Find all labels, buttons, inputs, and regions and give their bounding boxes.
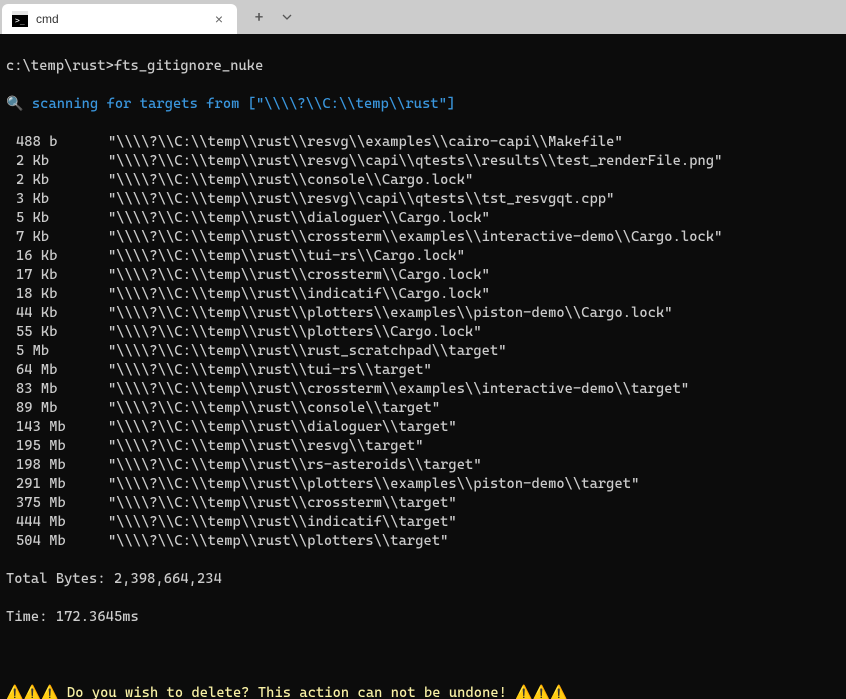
file-path: "\\\\?\\C:\\temp\\rust\\resvg\\target" xyxy=(74,438,424,454)
list-item: 291 Mb"\\\\?\\C:\\temp\\rust\\plotters\\… xyxy=(6,475,840,494)
file-path: "\\\\?\\C:\\temp\\rust\\tui-rs\\Cargo.lo… xyxy=(74,248,465,264)
list-item: 64 Mb"\\\\?\\C:\\temp\\rust\\tui-rs\\tar… xyxy=(6,361,840,380)
list-item: 2 Kb"\\\\?\\C:\\temp\\rust\\resvg\\capi\… xyxy=(6,152,840,171)
total-bytes-label: Total Bytes: xyxy=(6,571,114,587)
list-item: 83 Mb"\\\\?\\C:\\temp\\rust\\crossterm\\… xyxy=(6,380,840,399)
file-size: 17 Kb xyxy=(6,266,74,285)
list-item: 3 Kb"\\\\?\\C:\\temp\\rust\\resvg\\capi\… xyxy=(6,190,840,209)
tab-bar: >_ cmd × + xyxy=(0,0,846,34)
file-size: 198 Mb xyxy=(6,456,74,475)
file-path: "\\\\?\\C:\\temp\\rust\\plotters\\target… xyxy=(74,533,448,549)
file-path: "\\\\?\\C:\\temp\\rust\\resvg\\capi\\qte… xyxy=(74,153,722,169)
tab-controls: + xyxy=(245,0,301,34)
file-size: 143 Mb xyxy=(6,418,74,437)
file-size: 504 Mb xyxy=(6,532,74,551)
file-size: 5 Kb xyxy=(6,209,74,228)
prompt: c:\temp\rust> xyxy=(6,58,114,74)
list-item: 488 b"\\\\?\\C:\\temp\\rust\\resvg\\exam… xyxy=(6,133,840,152)
file-path: "\\\\?\\C:\\temp\\rust\\console\\Cargo.l… xyxy=(74,172,473,188)
file-size: 16 Kb xyxy=(6,247,74,266)
file-path: "\\\\?\\C:\\temp\\rust\\plotters\\Cargo.… xyxy=(74,324,482,340)
list-item: 2 Kb"\\\\?\\C:\\temp\\rust\\console\\Car… xyxy=(6,171,840,190)
file-path: "\\\\?\\C:\\temp\\rust\\rs-asteroids\\ta… xyxy=(74,457,482,473)
tab-title: cmd xyxy=(36,12,211,26)
file-size: 488 b xyxy=(6,133,74,152)
file-size: 2 Kb xyxy=(6,152,74,171)
warning-icon: ⚠️⚠️⚠️ xyxy=(6,685,59,699)
list-item: 504 Mb"\\\\?\\C:\\temp\\rust\\plotters\\… xyxy=(6,532,840,551)
file-size: 375 Mb xyxy=(6,494,74,513)
warning-icon: ⚠️⚠️⚠️ xyxy=(515,685,568,699)
list-item: 17 Kb"\\\\?\\C:\\temp\\rust\\crossterm\\… xyxy=(6,266,840,285)
file-size: 291 Mb xyxy=(6,475,74,494)
file-path: "\\\\?\\C:\\temp\\rust\\dialoguer\\Cargo… xyxy=(74,210,490,226)
file-path: "\\\\?\\C:\\temp\\rust\\crossterm\\examp… xyxy=(74,229,722,245)
command: fts_gitignore_nuke xyxy=(114,58,263,74)
list-item: 44 Kb"\\\\?\\C:\\temp\\rust\\plotters\\e… xyxy=(6,304,840,323)
time-value: 172.3645ms xyxy=(56,609,139,625)
file-path: "\\\\?\\C:\\temp\\rust\\crossterm\\targe… xyxy=(74,495,457,511)
total-bytes-value: 2,398,664,234 xyxy=(114,571,222,587)
dropdown-button[interactable] xyxy=(273,3,301,31)
list-item: 7 Kb"\\\\?\\C:\\temp\\rust\\crossterm\\e… xyxy=(6,228,840,247)
file-size: 195 Mb xyxy=(6,437,74,456)
window: >_ cmd × + c:\temp\rust>fts_gitignore_nu… xyxy=(0,0,846,699)
file-size: 44 Kb xyxy=(6,304,74,323)
list-item: 18 Kb"\\\\?\\C:\\temp\\rust\\indicatif\\… xyxy=(6,285,840,304)
file-path: "\\\\?\\C:\\temp\\rust\\console\\target" xyxy=(74,400,440,416)
list-item: 55 Kb"\\\\?\\C:\\temp\\rust\\plotters\\C… xyxy=(6,323,840,342)
file-path: "\\\\?\\C:\\temp\\rust\\resvg\\examples\… xyxy=(74,134,623,150)
cmd-icon: >_ xyxy=(12,11,28,27)
close-icon[interactable]: × xyxy=(211,11,227,27)
file-path: "\\\\?\\C:\\temp\\rust\\plotters\\exampl… xyxy=(74,305,673,321)
time-label: Time: xyxy=(6,609,56,625)
file-path: "\\\\?\\C:\\temp\\rust\\indicatif\\Cargo… xyxy=(74,286,490,302)
scan-line: scanning for targets from ["\\\\?\\C:\\t… xyxy=(24,96,456,112)
file-size: 55 Kb xyxy=(6,323,74,342)
list-item: 5 Kb"\\\\?\\C:\\temp\\rust\\dialoguer\\C… xyxy=(6,209,840,228)
file-size: 5 Mb xyxy=(6,342,74,361)
file-path: "\\\\?\\C:\\temp\\rust\\dialoguer\\targe… xyxy=(74,419,457,435)
list-item: 5 Mb"\\\\?\\C:\\temp\\rust\\rust_scratch… xyxy=(6,342,840,361)
list-item: 143 Mb"\\\\?\\C:\\temp\\rust\\dialoguer\… xyxy=(6,418,840,437)
file-size: 83 Mb xyxy=(6,380,74,399)
file-path: "\\\\?\\C:\\temp\\rust\\plotters\\exampl… xyxy=(74,476,639,492)
file-path: "\\\\?\\C:\\temp\\rust\\rust_scratchpad\… xyxy=(74,343,507,359)
list-item: 89 Mb"\\\\?\\C:\\temp\\rust\\console\\ta… xyxy=(6,399,840,418)
list-item: 195 Mb"\\\\?\\C:\\temp\\rust\\resvg\\tar… xyxy=(6,437,840,456)
file-path: "\\\\?\\C:\\temp\\rust\\resvg\\capi\\qte… xyxy=(74,191,615,207)
list-item: 375 Mb"\\\\?\\C:\\temp\\rust\\crossterm\… xyxy=(6,494,840,513)
terminal[interactable]: c:\temp\rust>fts_gitignore_nuke 🔍 scanni… xyxy=(0,34,846,699)
file-size: 3 Kb xyxy=(6,190,74,209)
list-item: 198 Mb"\\\\?\\C:\\temp\\rust\\rs-asteroi… xyxy=(6,456,840,475)
file-size: 64 Mb xyxy=(6,361,74,380)
add-tab-button[interactable]: + xyxy=(245,3,273,31)
file-path: "\\\\?\\C:\\temp\\rust\\indicatif\\targe… xyxy=(74,514,457,530)
file-size: 18 Kb xyxy=(6,285,74,304)
file-path: "\\\\?\\C:\\temp\\rust\\tui-rs\\target" xyxy=(74,362,432,378)
search-icon: 🔍 xyxy=(6,96,24,112)
file-size: 444 Mb xyxy=(6,513,74,532)
svg-text:>_: >_ xyxy=(15,16,25,25)
list-item: 16 Kb"\\\\?\\C:\\temp\\rust\\tui-rs\\Car… xyxy=(6,247,840,266)
tab-cmd[interactable]: >_ cmd × xyxy=(2,4,237,34)
file-size: 2 Kb xyxy=(6,171,74,190)
file-size: 7 Kb xyxy=(6,228,74,247)
file-path: "\\\\?\\C:\\temp\\rust\\crossterm\\Cargo… xyxy=(74,267,490,283)
file-path: "\\\\?\\C:\\temp\\rust\\crossterm\\examp… xyxy=(74,381,689,397)
file-size: 89 Mb xyxy=(6,399,74,418)
list-item: 444 Mb"\\\\?\\C:\\temp\\rust\\indicatif\… xyxy=(6,513,840,532)
delete-warning: Do you wish to delete? This action can n… xyxy=(59,685,516,699)
file-list: 488 b"\\\\?\\C:\\temp\\rust\\resvg\\exam… xyxy=(6,133,840,551)
